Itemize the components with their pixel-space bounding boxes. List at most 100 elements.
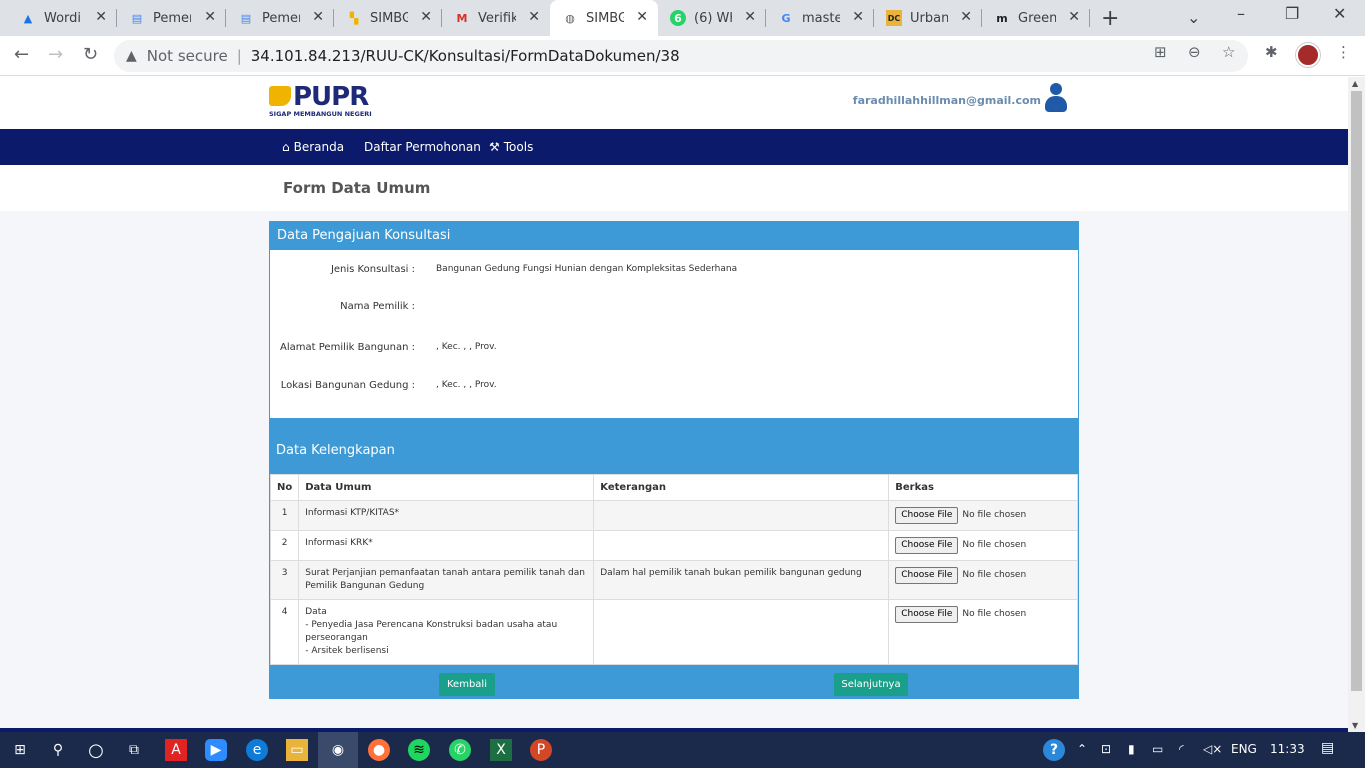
nav-label: Tools [503, 140, 534, 154]
user-icon[interactable] [1045, 83, 1067, 113]
row-data-umum: Informasi KRK* [298, 530, 595, 561]
data-umum-line: Pemilik Bangunan Gedung [305, 581, 425, 591]
file-input[interactable]: Choose File No file chosen [895, 507, 1071, 524]
browser-tab[interactable]: M Verifik ✕ [442, 0, 550, 36]
help-icon[interactable]: ? [1043, 739, 1065, 761]
clock[interactable]: 11:33 [1270, 742, 1305, 756]
file-input[interactable]: Choose File No file chosen [895, 537, 1071, 554]
profile-avatar[interactable] [1296, 43, 1320, 67]
nav-label: Daftar Permohonan [364, 140, 481, 154]
file-input[interactable]: Choose File No file chosen [895, 567, 1071, 584]
row-number: 2 [269, 530, 300, 561]
edge-icon[interactable]: e [246, 739, 268, 761]
minimize-icon[interactable]: – [1237, 4, 1245, 23]
chrome-taskbar-icon[interactable]: ◉ [318, 732, 358, 768]
zoom-icon[interactable]: ⊖ [1188, 43, 1201, 61]
address-bar[interactable]: ▲ Not secure | 34.101.84.213/RUU-CK/Kons… [114, 40, 1248, 72]
tab-close-icon[interactable]: ✕ [528, 9, 540, 25]
nav-tools[interactable]: ⚒ Tools [489, 140, 533, 154]
tab-search-icon[interactable]: ⌄ [1187, 8, 1200, 27]
tab-close-icon[interactable]: ✕ [1068, 9, 1080, 25]
back-icon[interactable]: ← [14, 44, 29, 65]
header-berkas: Berkas [888, 474, 1078, 501]
browser-tab[interactable]: ◍ SIMBG ✕ [550, 0, 658, 36]
microphone-icon[interactable]: ▮ [1128, 742, 1135, 756]
bookmark-star-icon[interactable]: ☆ [1222, 43, 1235, 61]
menu-icon[interactable]: ⋮ [1336, 43, 1351, 61]
page-scrollbar[interactable]: ▲ ▼ [1348, 77, 1365, 732]
tab-close-icon[interactable]: ✕ [960, 9, 972, 25]
selanjutnya-button[interactable]: Selanjutnya [834, 673, 908, 696]
tab-title: SIMBG [586, 10, 624, 26]
tab-close-icon[interactable]: ✕ [636, 9, 648, 25]
choose-file-button[interactable]: Choose File [895, 606, 959, 623]
tab-title: master [802, 10, 840, 26]
tray-chevron-icon[interactable]: ⌃ [1077, 742, 1087, 756]
user-email[interactable]: faradhillahhillman@gmail.com [853, 94, 1041, 107]
tab-close-icon[interactable]: ✕ [204, 9, 216, 25]
translate-icon[interactable]: ⊞ [1154, 43, 1167, 61]
browser-tab[interactable]: ▤ Pemeri ✕ [226, 0, 334, 36]
browser-tab[interactable]: ▤ Pemeri ✕ [117, 0, 226, 36]
field-label: Jenis Konsultasi : [330, 264, 415, 275]
powerpoint-icon[interactable]: P [530, 739, 552, 761]
scrollbar-thumb[interactable] [1351, 91, 1362, 691]
row-keterangan: Dalam hal pemilik tanah bukan pemilik ba… [593, 560, 890, 600]
data-umum-line: - Penyedia Jasa Perencana Konstruksi bad… [305, 620, 558, 630]
close-window-icon[interactable]: ✕ [1333, 4, 1346, 23]
tab-title: Green [1018, 10, 1056, 26]
row-data-umum: Informasi KTP/KITAS* [298, 500, 595, 531]
choose-file-button[interactable]: Choose File [895, 507, 959, 524]
zoom-app-icon[interactable]: ▶ [205, 739, 227, 761]
row-keterangan [593, 530, 890, 561]
scroll-up-icon[interactable]: ▲ [1352, 79, 1358, 88]
reload-icon[interactable]: ↻ [83, 44, 98, 65]
restore-icon[interactable]: ❐ [1285, 4, 1299, 23]
data-umum-line: Informasi KRK* [305, 538, 373, 548]
nav-daftar-permohonan[interactable]: Daftar Permohonan [364, 140, 481, 154]
battery-icon[interactable]: ▭ [1152, 742, 1163, 756]
data-umum-line: perseorangan [305, 633, 368, 643]
tab-close-icon[interactable]: ✕ [420, 9, 432, 25]
extensions-icon[interactable]: ✱ [1265, 43, 1278, 61]
file-explorer-icon[interactable]: ▭ [286, 739, 308, 761]
kembali-button[interactable]: Kembali [439, 673, 495, 696]
browser-tab[interactable]: 6 (6) Wh ✕ [658, 0, 766, 36]
browser-tab[interactable]: m Green ✕ [982, 0, 1090, 36]
browser-tab[interactable]: DC Urban ✕ [874, 0, 982, 36]
tab-close-icon[interactable]: ✕ [852, 9, 864, 25]
wifi-icon[interactable]: ◜ [1179, 742, 1184, 756]
scroll-down-icon[interactable]: ▼ [1352, 721, 1358, 730]
excel-icon[interactable]: X [490, 739, 512, 761]
language-indicator[interactable]: ENG [1231, 742, 1257, 756]
task-view-icon[interactable]: ⧉ [123, 739, 145, 761]
notification-icon[interactable]: ▤ [1321, 740, 1334, 756]
spotify-icon[interactable]: ≋ [408, 739, 430, 761]
volume-muted-icon[interactable]: ◁× [1203, 742, 1222, 756]
tab-close-icon[interactable]: ✕ [312, 9, 324, 25]
pupr-logo[interactable]: PUPR SIGAP MEMBANGUN NEGERI [269, 84, 372, 118]
meet-now-icon[interactable]: ⊡ [1101, 742, 1111, 756]
choose-file-button[interactable]: Choose File [895, 537, 959, 554]
gmail-icon: M [456, 11, 468, 25]
cortana-icon[interactable]: ○ [85, 739, 107, 761]
browser-tab[interactable]: ▚ SIMBG ✕ [334, 0, 442, 36]
forward-icon[interactable]: → [48, 44, 63, 65]
row-number: 3 [269, 560, 300, 600]
firefox-icon[interactable]: ● [368, 739, 390, 761]
whatsapp-icon[interactable]: ✆ [449, 739, 471, 761]
browser-tab[interactable]: Gmaster ✕ [766, 0, 874, 36]
windows-start-icon[interactable]: ⊞ [9, 739, 31, 761]
browser-tab[interactable]: ▲ Wordin ✕ [8, 0, 117, 36]
search-icon[interactable]: ⚲ [47, 739, 69, 761]
tab-close-icon[interactable]: ✕ [744, 9, 756, 25]
nav-beranda[interactable]: ⌂ Beranda [282, 140, 344, 154]
choose-file-button[interactable]: Choose File [895, 567, 959, 584]
file-input[interactable]: Choose File No file chosen [895, 606, 1071, 623]
tab-title: Pemeri [262, 10, 300, 26]
acrobat-icon[interactable]: A [165, 739, 187, 761]
panel-title: Data Kelengkapan [276, 443, 395, 458]
tab-close-icon[interactable]: ✕ [95, 9, 107, 25]
new-tab-button[interactable]: + [1101, 6, 1119, 31]
table-row: 2 Informasi KRK* Choose File No file chosen [269, 530, 1078, 561]
